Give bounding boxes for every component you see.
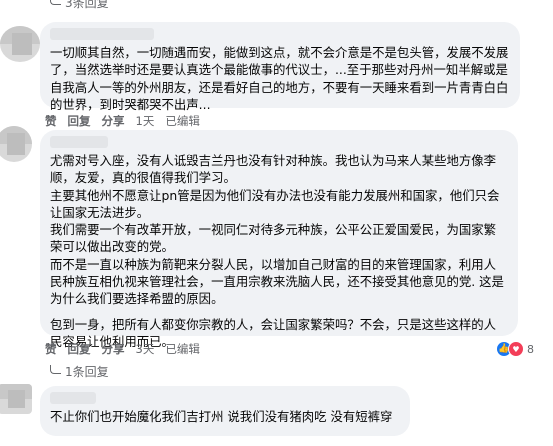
comment-bubble: 不止你们也开始魔化我们吉打州 说我们没有猪肉吃 没有短裤穿 (40, 386, 410, 436)
commenter-name[interactable] (50, 28, 154, 40)
comment-text: 一切顺其自然，一切随遇而安，能做到这点，就不会介意是不是包头管，发展不发展了，当… (50, 45, 509, 112)
commenter-name[interactable] (50, 136, 108, 148)
reaction-summary[interactable]: 👍 ♥ 8 (497, 341, 534, 357)
comment-time[interactable]: 1天 (136, 113, 155, 129)
comment-actions: 赞 回复 分享 3天 已编辑 (45, 341, 200, 357)
commenter-name[interactable] (50, 392, 96, 404)
view-replies-link[interactable]: 3条回复 (50, 0, 109, 11)
reply-button[interactable]: 回复 (68, 341, 91, 357)
share-button[interactable]: 分享 (102, 113, 125, 129)
like-button[interactable]: 赞 (45, 341, 57, 357)
edited-label: 已编辑 (165, 342, 200, 356)
reply-arrow-icon (50, 365, 61, 374)
edited-label: 已编辑 (165, 114, 200, 128)
view-replies-link[interactable]: 1条回复 (50, 363, 109, 380)
comment-actions: 赞 回复 分享 1天 已编辑 (45, 113, 200, 129)
share-button[interactable]: 分享 (102, 341, 125, 357)
reply-arrow-icon (50, 0, 61, 5)
comment-text: 不止你们也开始魔化我们吉打州 说我们没有猪肉吃 没有短裤穿 (50, 409, 393, 424)
view-replies-label: 1条回复 (65, 365, 109, 379)
comment-text: 尤需对号入座，没有人诋毁吉兰丹也没有针对种族。我也认为马来人某些地方像李顺，友爱… (50, 153, 504, 307)
comment-bubble: 一切顺其自然，一切随遇而安，能做到这点，就不会介意是不是包头管，发展不发展了，当… (40, 22, 520, 112)
reaction-count: 8 (527, 342, 534, 356)
comment-bubble: 尤需对号入座，没有人诋毁吉兰丹也没有针对种族。我也认为马来人某些地方像李顺，友爱… (40, 130, 518, 349)
view-replies-label: 3条回复 (65, 0, 109, 10)
avatar[interactable] (0, 384, 32, 414)
avatar[interactable] (0, 26, 40, 62)
comment-time[interactable]: 3天 (136, 341, 155, 357)
love-reaction-icon: ♥ (508, 341, 524, 357)
reply-button[interactable]: 回复 (68, 113, 91, 129)
avatar[interactable] (0, 126, 32, 162)
like-button[interactable]: 赞 (45, 113, 57, 129)
